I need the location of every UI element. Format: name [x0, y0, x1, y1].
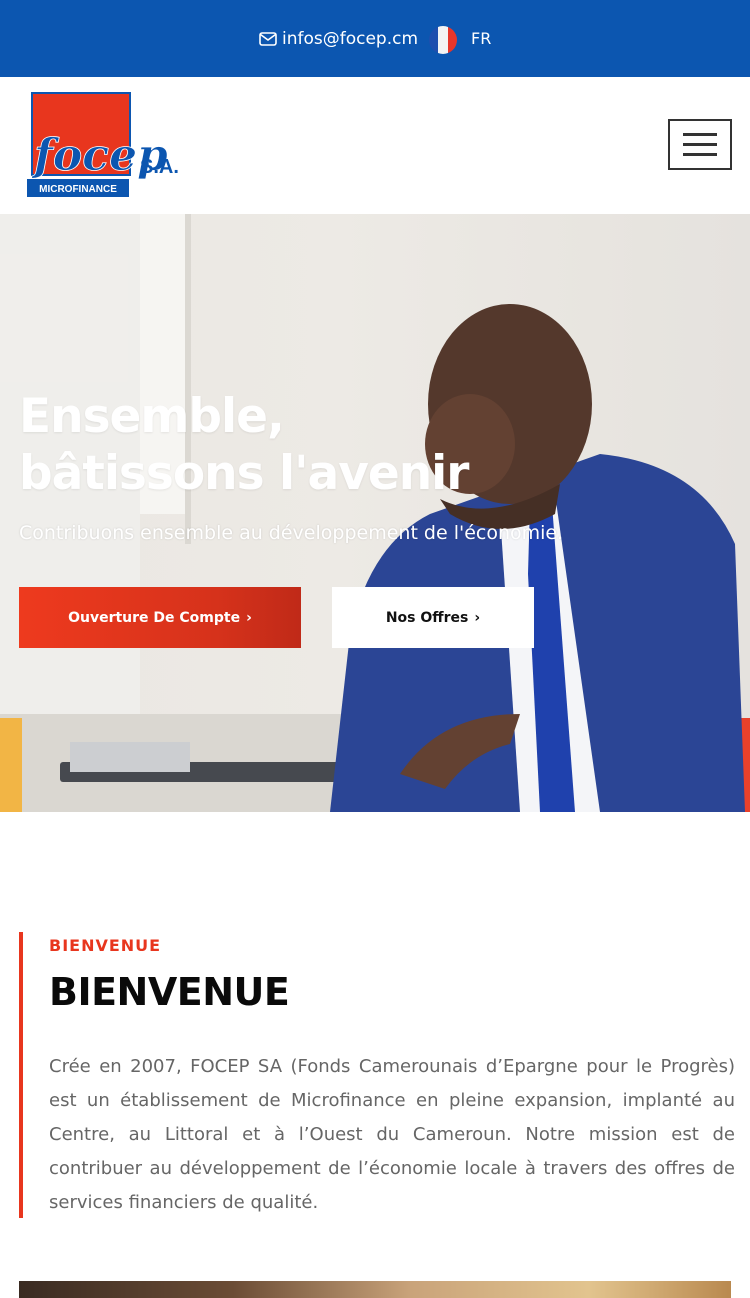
hero-subtitle: Contribuons ensemble au développement de… — [19, 522, 564, 544]
language-selector[interactable]: FR — [471, 29, 491, 48]
menu-button[interactable] — [668, 119, 732, 170]
welcome-image — [19, 1281, 731, 1298]
email-text: infos@focep.cm — [282, 29, 419, 49]
welcome-body: Crée en 2007, FOCEP SA (Fonds Camerounai… — [49, 1056, 735, 1213]
offers-button[interactable]: Nos Offres › — [332, 587, 534, 648]
top-bar: infos@focep.cm FR — [0, 0, 750, 77]
open-account-label: Ouverture De Compte — [68, 609, 241, 626]
envelope-icon — [259, 32, 277, 46]
chevron-right-icon: › — [246, 609, 252, 626]
welcome-section: BIENVENUE BIENVENUE Crée en 2007, FOCEP … — [19, 932, 735, 1218]
welcome-heading: BIENVENUE — [49, 970, 290, 1014]
hero-title-line-2: bâtissons l'avenir — [19, 446, 469, 501]
svg-text:S.A.: S.A. — [140, 156, 179, 178]
hamburger-icon — [683, 143, 717, 146]
hero-banner: Ensemble, bâtissons l'avenir Contribuons… — [0, 214, 750, 812]
site-header: focep MICROFINANCE S.A. — [0, 77, 750, 214]
france-flag-icon[interactable] — [429, 26, 457, 54]
hamburger-icon — [683, 153, 717, 156]
hero-title-line-1: Ensemble, — [19, 389, 285, 444]
svg-text:MICROFINANCE: MICROFINANCE — [39, 184, 117, 195]
chevron-right-icon: › — [474, 609, 481, 626]
hero-background-photo — [0, 214, 750, 812]
email-link[interactable]: infos@focep.cm — [259, 28, 418, 50]
focep-logo[interactable]: focep MICROFINANCE S.A. — [26, 92, 196, 199]
hamburger-icon — [683, 133, 717, 136]
welcome-kicker: BIENVENUE — [49, 936, 162, 955]
offers-label: Nos Offres — [385, 609, 469, 626]
open-account-button[interactable]: Ouverture De Compte › — [19, 587, 301, 648]
hero-title: Ensemble, bâtissons l'avenir — [19, 388, 539, 502]
